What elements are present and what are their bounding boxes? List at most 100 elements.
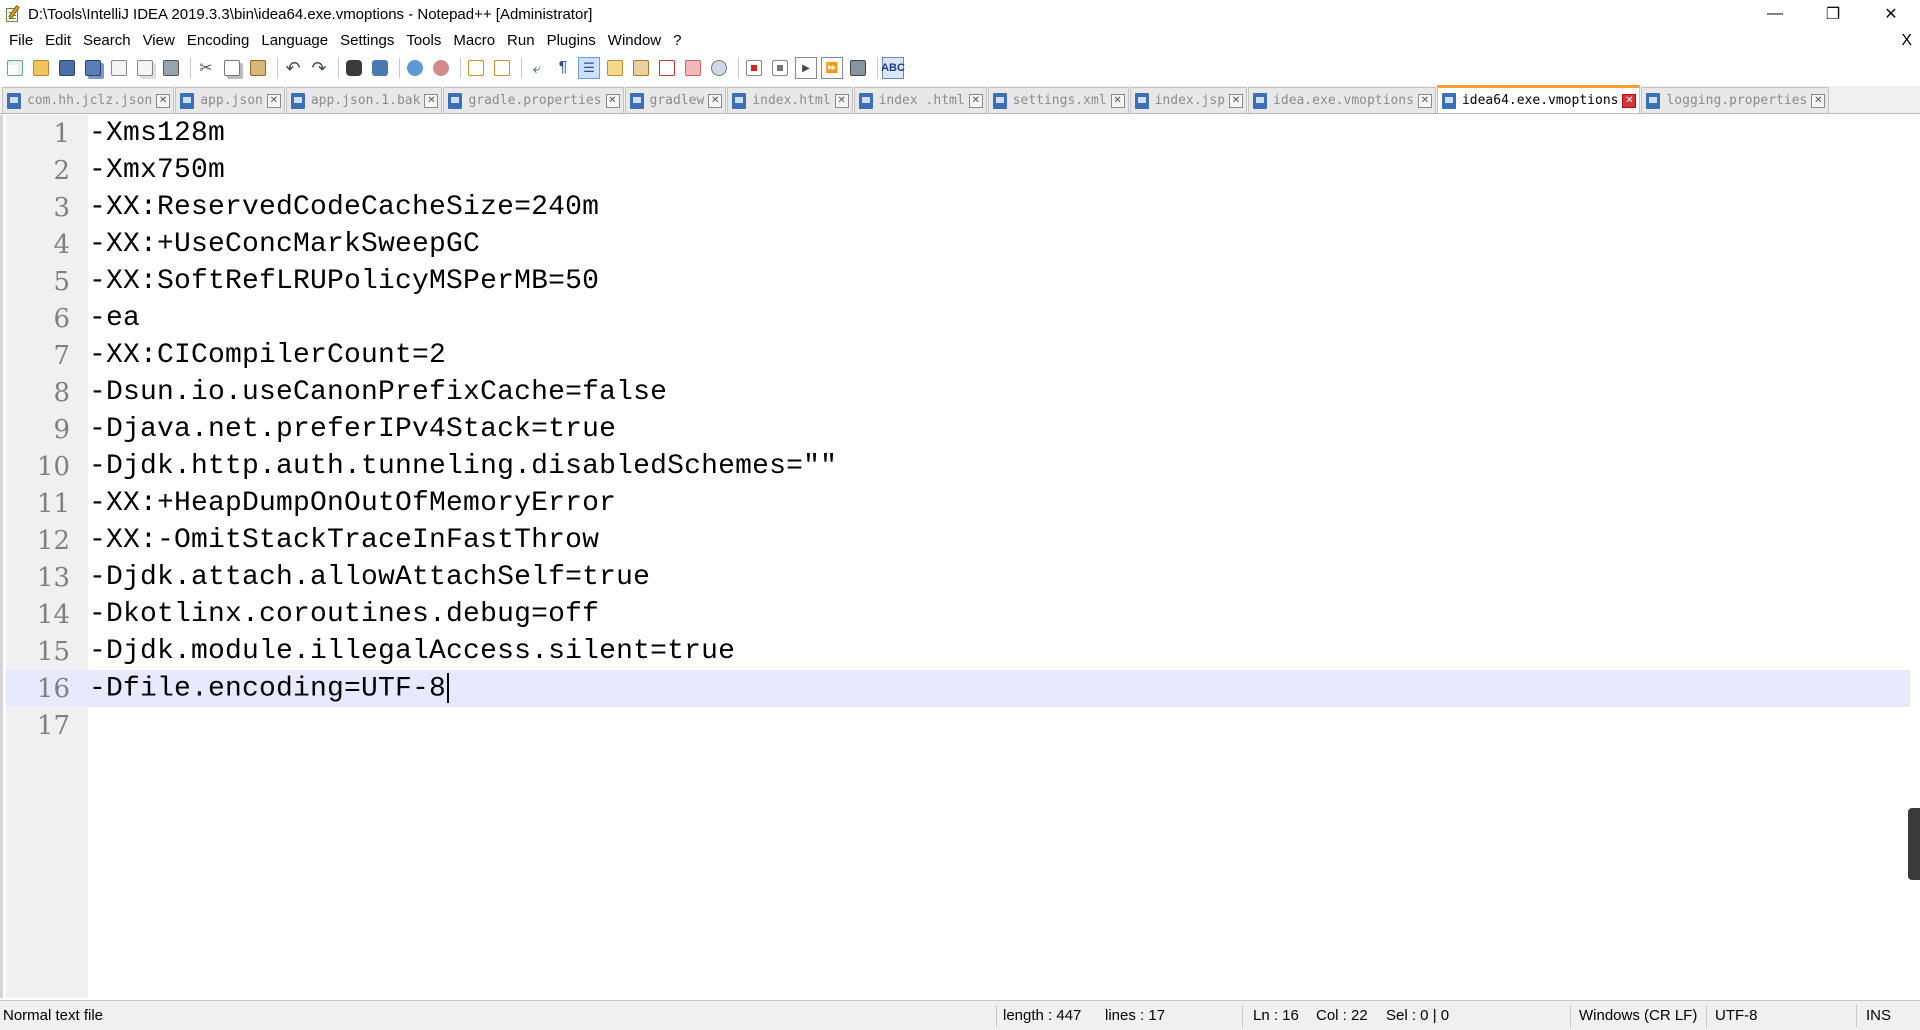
cut-icon[interactable]: ✂ xyxy=(195,57,217,79)
menu-language[interactable]: Language xyxy=(255,28,334,54)
editor-line[interactable]: 1 -Xms128m xyxy=(6,115,1910,152)
tab-settings-xml[interactable]: settings.xml ✕ xyxy=(987,87,1129,113)
close-tab-icon[interactable]: ✕ xyxy=(834,93,849,108)
close-tab-icon[interactable]: ✕ xyxy=(1417,93,1432,108)
minimize-button[interactable]: — xyxy=(1746,0,1804,28)
menu-search[interactable]: Search xyxy=(77,28,137,54)
editor-line[interactable]: 12 -XX:-OmitStackTraceInFastThrow xyxy=(6,522,1910,559)
new-file-icon[interactable] xyxy=(4,57,26,79)
word-wrap-icon[interactable]: ⤶ xyxy=(526,57,548,79)
line-number: 2 xyxy=(53,155,70,186)
menu-encoding[interactable]: Encoding xyxy=(181,28,256,54)
tab-idea-exe-vmoptions[interactable]: idea.exe.vmoptions ✕ xyxy=(1248,87,1436,113)
paste-icon[interactable] xyxy=(247,57,269,79)
doc-map-icon[interactable] xyxy=(604,57,626,79)
menu-plugins[interactable]: Plugins xyxy=(541,28,602,54)
document-icon xyxy=(7,92,21,109)
editor-line[interactable]: 7 -XX:CICompilerCount=2 xyxy=(6,337,1910,374)
editor-line[interactable]: 3 -XX:ReservedCodeCacheSize=240m xyxy=(6,189,1910,226)
monitoring-icon[interactable] xyxy=(682,57,704,79)
menu-view[interactable]: View xyxy=(137,28,181,54)
spell-check-icon[interactable]: ABC xyxy=(881,57,905,79)
close-tab-icon[interactable]: ✕ xyxy=(1229,93,1244,108)
folder-workspace-icon[interactable] xyxy=(656,57,678,79)
editor-line[interactable]: 4 -XX:+UseConcMarkSweepGC xyxy=(6,226,1910,263)
window-controls: — ❐ ✕ xyxy=(1746,0,1920,28)
editor-line[interactable]: 6 -ea xyxy=(6,300,1910,337)
indent-guide-icon[interactable]: ☰ xyxy=(578,57,600,79)
line-text: -Djava.net.preferIPv4Stack=true xyxy=(89,414,617,445)
close-button[interactable]: ✕ xyxy=(1862,0,1920,28)
tab-app-json[interactable]: app.json ✕ xyxy=(175,87,285,113)
editor-line[interactable]: 10 -Djdk.http.auth.tunneling.disabledSche… xyxy=(6,448,1910,485)
save-icon[interactable] xyxy=(56,57,78,79)
menu-edit[interactable]: Edit xyxy=(39,28,77,54)
close-tab-icon[interactable]: ✕ xyxy=(708,93,723,108)
tab-app-json-bak[interactable]: app.json.1.bak ✕ xyxy=(285,87,443,113)
zoom-in-icon[interactable] xyxy=(404,57,426,79)
close-tab-icon[interactable]: ✕ xyxy=(1622,93,1637,108)
tab-idea64-exe-vmoptions[interactable]: idea64.exe.vmoptions ✕ xyxy=(1436,85,1641,113)
zoom-out-icon[interactable] xyxy=(430,57,452,79)
save-all-icon[interactable] xyxy=(82,57,104,79)
menu-window[interactable]: Window xyxy=(602,28,667,54)
editor-line[interactable]: 2 -Xmx750m xyxy=(6,152,1910,189)
save-macro-icon[interactable] xyxy=(847,57,869,79)
menu-run[interactable]: Run xyxy=(501,28,541,54)
editor-line[interactable]: 16 -Dfile.encoding=UTF-8 xyxy=(6,670,1910,707)
line-text: -Dkotlinx.coroutines.debug=off xyxy=(89,599,600,630)
scrollbar-thumb[interactable] xyxy=(1908,808,1920,880)
close-icon[interactable] xyxy=(108,57,130,79)
close-tab-icon[interactable]: ✕ xyxy=(424,93,439,108)
editor-line[interactable]: 8 -Dsun.io.useCanonPrefixCache=false xyxy=(6,374,1910,411)
text-editor[interactable]: 1 -Xms128m 2 -Xmx750m 3 -XX:ReservedCodeCache… xyxy=(0,115,1920,998)
close-tab-icon[interactable]: ✕ xyxy=(605,93,620,108)
tab-index-html[interactable]: index.html ✕ xyxy=(727,87,853,113)
sync-vertical-icon[interactable] xyxy=(465,57,487,79)
editor-line[interactable]: 14 -Dkotlinx.coroutines.debug=off xyxy=(6,596,1910,633)
run-macro-multiple-icon[interactable]: ⏩ xyxy=(821,57,843,79)
play-macro-icon[interactable]: ▶ xyxy=(795,57,817,79)
close-tab-icon[interactable]: ✕ xyxy=(156,93,171,108)
tab-index-jsp[interactable]: index.jsp ✕ xyxy=(1129,87,1248,113)
document-icon xyxy=(180,92,195,109)
editor-line[interactable]: 15 -Djdk.module.illegalAccess.silent=true xyxy=(6,633,1910,670)
menu-macro[interactable]: Macro xyxy=(447,28,501,54)
menu-help[interactable]: ? xyxy=(667,28,687,54)
close-tab-icon[interactable]: ✕ xyxy=(968,93,983,108)
menu-settings[interactable]: Settings xyxy=(334,28,400,54)
find-icon[interactable] xyxy=(343,57,365,79)
close-tab-icon[interactable]: ✕ xyxy=(266,93,281,108)
editor-line[interactable]: 17 xyxy=(6,707,1910,744)
redo-icon[interactable]: ↷ xyxy=(308,57,330,79)
stop-macro-icon[interactable] xyxy=(769,57,791,79)
monitoring-eye-icon[interactable] xyxy=(708,57,730,79)
record-macro-icon[interactable] xyxy=(743,57,765,79)
editor-line[interactable]: 13 -Djdk.attach.allowAttachSelf=true xyxy=(6,559,1910,596)
close-all-icon[interactable] xyxy=(134,57,156,79)
restore-button[interactable]: ❐ xyxy=(1804,0,1862,28)
tab-logging-properties[interactable]: logging.properties ✕ xyxy=(1641,87,1830,113)
close-document-button[interactable]: X xyxy=(1901,28,1912,54)
close-tab-icon[interactable]: ✕ xyxy=(1811,93,1826,108)
undo-icon[interactable]: ↶ xyxy=(282,57,304,79)
function-list-icon[interactable] xyxy=(630,57,652,79)
toolbar-separator xyxy=(399,58,400,78)
editor-line[interactable]: 9 -Djava.net.preferIPv4Stack=true xyxy=(6,411,1910,448)
copy-icon[interactable] xyxy=(221,57,243,79)
tab-com-hh-jclz-json[interactable]: com.hh.jclz.json ✕ xyxy=(2,87,175,113)
tab-gradle-properties[interactable]: gradle.properties ✕ xyxy=(443,87,624,113)
menu-tools[interactable]: Tools xyxy=(400,28,447,54)
sync-horizontal-icon[interactable] xyxy=(491,57,513,79)
open-file-icon[interactable] xyxy=(30,57,52,79)
print-icon[interactable] xyxy=(160,57,182,79)
close-tab-icon[interactable]: ✕ xyxy=(1110,93,1125,108)
editor-line[interactable]: 5 -XX:SoftRefLRUPolicyMSPerMB=50 xyxy=(6,263,1910,300)
notepadpp-app-icon[interactable] xyxy=(4,5,22,23)
show-all-chars-icon[interactable]: ¶ xyxy=(552,57,574,79)
tab-index-html-2[interactable]: index .html ✕ xyxy=(853,87,987,113)
replace-icon[interactable] xyxy=(369,57,391,79)
tab-gradlew[interactable]: gradlew ✕ xyxy=(624,87,727,113)
editor-line[interactable]: 11 -XX:+HeapDumpOnOutOfMemoryError xyxy=(6,485,1910,522)
menu-file[interactable]: File xyxy=(3,28,39,54)
